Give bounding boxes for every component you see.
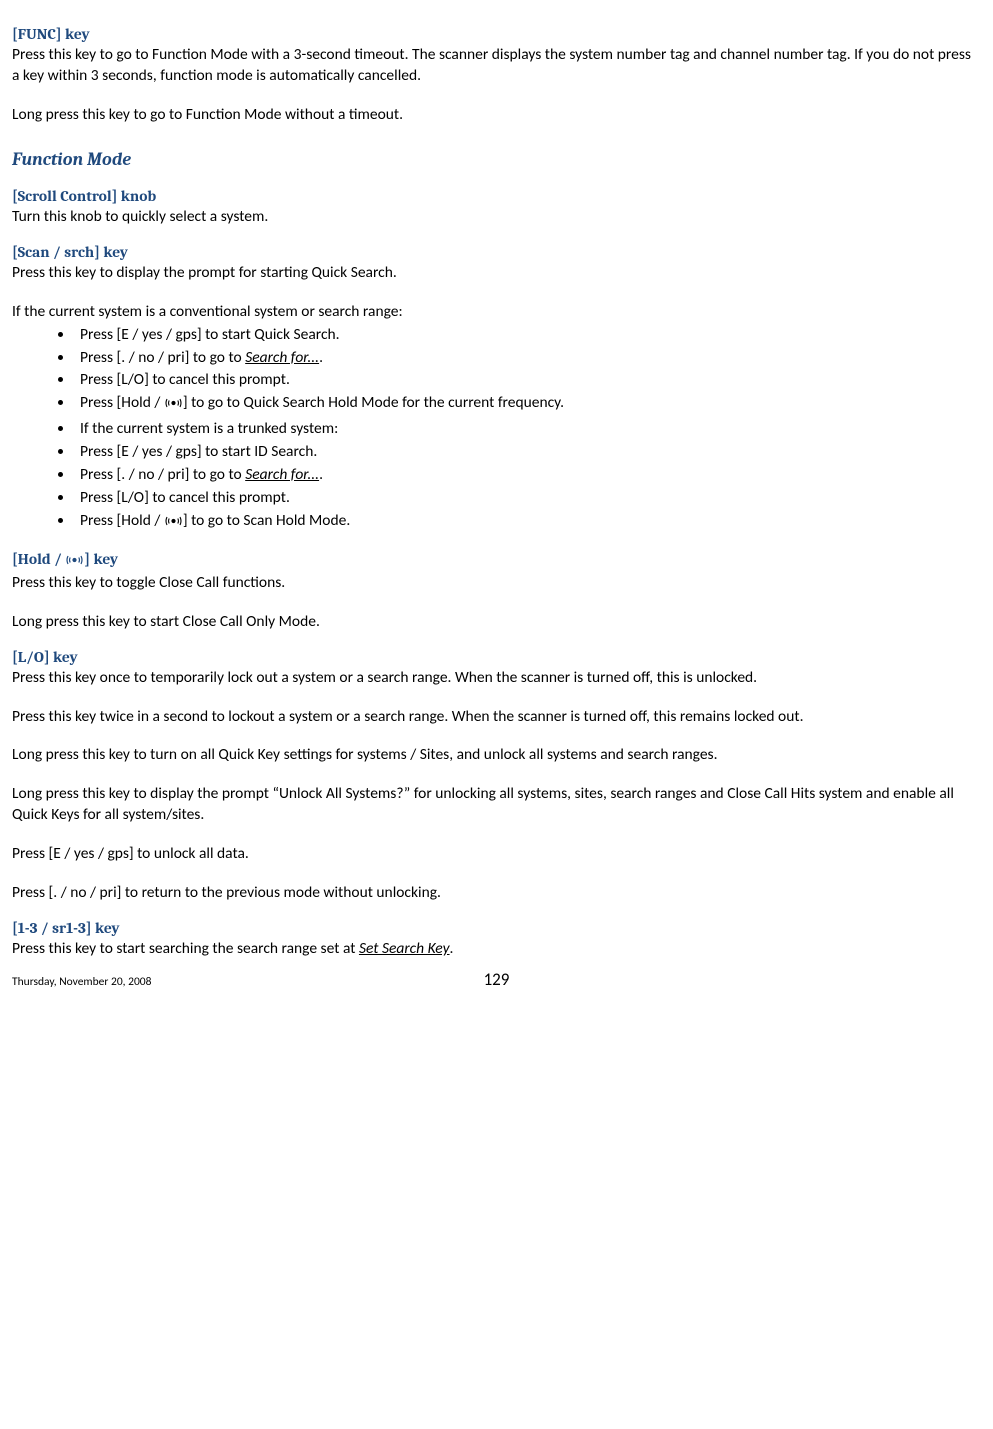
- text: ] key: [84, 550, 118, 568]
- para-hold-2: Long press this key to start Close Call …: [12, 612, 981, 633]
- text: .: [319, 348, 323, 367]
- list-item: Press [Hold / ] to go to Scan Hold Mode.: [74, 511, 981, 535]
- link-search-for: Search for...: [245, 348, 319, 367]
- heading-function-mode: Function Mode: [12, 148, 981, 172]
- para-func-1: Press this key to go to Function Mode wi…: [12, 45, 981, 87]
- text: ] to go to Quick Search Hold Mode for th…: [183, 393, 564, 412]
- list-scan: Press [E / yes / gps] to start Quick Sea…: [12, 325, 981, 535]
- text: Press [. / no / pri] to go to: [80, 348, 245, 367]
- list-item: If the current system is a trunked syste…: [74, 419, 981, 440]
- text: .: [319, 465, 323, 484]
- heading-lo-key: [L/O] key: [12, 647, 981, 668]
- para-lo-2: Press this key twice in a second to lock…: [12, 707, 981, 728]
- para-func-2: Long press this key to go to Function Mo…: [12, 105, 981, 126]
- list-item: Press [E / yes / gps] to start ID Search…: [74, 442, 981, 463]
- text: ] to go to Scan Hold Mode.: [183, 511, 350, 530]
- para-13-1: Press this key to start searching the se…: [12, 939, 981, 960]
- text: [Hold /: [12, 550, 65, 568]
- para-lo-6: Press [. / no / pri] to return to the pr…: [12, 883, 981, 904]
- list-item: Press [E / yes / gps] to start Quick Sea…: [74, 325, 981, 346]
- para-lo-1: Press this key once to temporarily lock …: [12, 668, 981, 689]
- close-call-icon: [164, 396, 183, 417]
- footer-page-number: 129: [484, 969, 510, 992]
- para-lo-4: Long press this key to display the promp…: [12, 784, 981, 826]
- text: .: [450, 939, 454, 958]
- page-footer: Thursday, November 20, 2008 129: [12, 971, 981, 992]
- para-lo-3: Long press this key to turn on all Quick…: [12, 745, 981, 766]
- list-item: Press [. / no / pri] to go to Search for…: [74, 465, 981, 486]
- text: Press [Hold /: [80, 511, 164, 530]
- heading-scroll-knob: [Scroll Control] knob: [12, 186, 981, 207]
- text: Press this key to start searching the se…: [12, 939, 359, 958]
- para-scan-1: Press this key to display the prompt for…: [12, 263, 981, 284]
- heading-func-key: [FUNC] key: [12, 24, 981, 45]
- link-set-search-key: Set Search Key: [359, 939, 450, 958]
- link-search-for: Search for...: [245, 465, 319, 484]
- footer-date: Thursday, November 20, 2008: [12, 975, 151, 989]
- heading-13-key: [1-3 / sr1-3] key: [12, 918, 981, 939]
- para-hold-1: Press this key to toggle Close Call func…: [12, 573, 981, 594]
- list-item: Press [. / no / pri] to go to Search for…: [74, 348, 981, 369]
- list-item: Press [L/O] to cancel this prompt.: [74, 370, 981, 391]
- close-call-icon: [164, 514, 183, 535]
- heading-hold-key: [Hold / ] key: [12, 549, 981, 573]
- close-call-icon: [65, 552, 84, 573]
- text: Press [. / no / pri] to go to: [80, 465, 245, 484]
- text: Press [Hold /: [80, 393, 164, 412]
- para-scan-2: If the current system is a conventional …: [12, 302, 981, 323]
- list-item: Press [Hold / ] to go to Quick Search Ho…: [74, 393, 981, 417]
- heading-scan-key: [Scan / srch] key: [12, 242, 981, 263]
- list-item: Press [L/O] to cancel this prompt.: [74, 488, 981, 509]
- para-scroll-1: Turn this knob to quickly select a syste…: [12, 207, 981, 228]
- para-lo-5: Press [E / yes / gps] to unlock all data…: [12, 844, 981, 865]
